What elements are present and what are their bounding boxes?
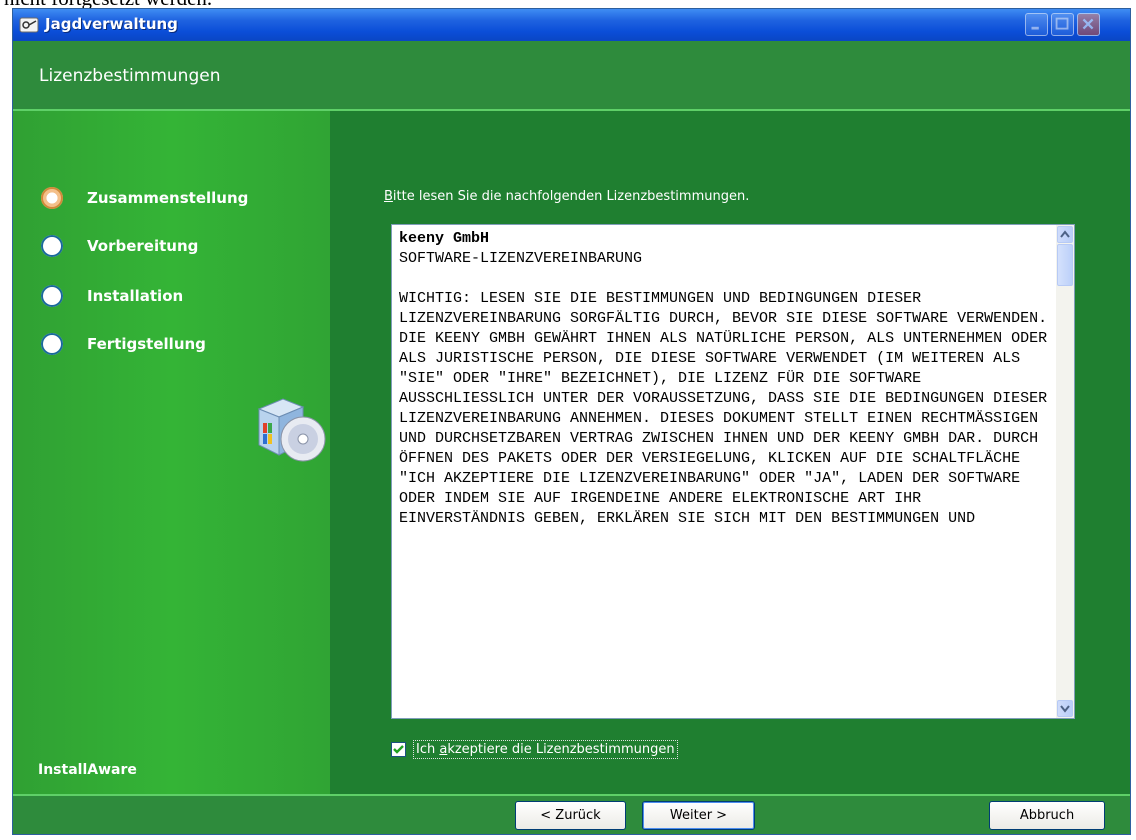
window-title: Jagdverwaltung bbox=[45, 15, 178, 33]
scroll-thumb[interactable] bbox=[1057, 244, 1073, 286]
scroll-down-button[interactable] bbox=[1057, 700, 1073, 717]
cancel-button[interactable]: Abbruch bbox=[989, 801, 1105, 830]
close-button[interactable] bbox=[1077, 13, 1100, 36]
steps-panel: Zusammenstellung Vorbereitung Installati… bbox=[13, 111, 330, 794]
chevron-up-icon bbox=[1060, 230, 1070, 238]
step-label: Zusammenstellung bbox=[87, 189, 249, 207]
installer-window: Jagdverwaltung Lizenzbestimmungen Zusamm… bbox=[12, 8, 1131, 835]
page-header: Lizenzbestimmungen bbox=[13, 41, 1130, 109]
step-label: Installation bbox=[87, 287, 184, 305]
close-icon bbox=[1082, 18, 1094, 30]
app-icon bbox=[19, 17, 39, 33]
next-button[interactable]: Weiter > bbox=[642, 801, 755, 830]
license-text: keeny GmbH SOFTWARE-LIZENZVEREINBARUNG W… bbox=[399, 229, 1054, 529]
back-button[interactable]: < Zurück bbox=[515, 801, 626, 830]
prompt-mnemonic: B bbox=[384, 189, 393, 204]
maximize-icon bbox=[1055, 17, 1069, 30]
minimize-button[interactable] bbox=[1025, 13, 1048, 36]
license-prompt: Bitte lesen Sie die nachfolgenden Lizenz… bbox=[384, 189, 749, 204]
title-bar[interactable]: Jagdverwaltung bbox=[13, 9, 1130, 41]
button-bar: < Zurück Weiter > Abbruch bbox=[13, 796, 1130, 834]
page-title: Lizenzbestimmungen bbox=[39, 66, 221, 86]
license-body: SOFTWARE-LIZENZVEREINBARUNG WICHTIG: LES… bbox=[399, 250, 1048, 527]
step-current-indicator-icon bbox=[41, 187, 63, 209]
chevron-down-icon bbox=[1060, 705, 1070, 713]
license-company: keeny GmbH bbox=[399, 230, 490, 247]
accept-license-checkbox[interactable] bbox=[391, 742, 406, 757]
maximize-button[interactable] bbox=[1051, 13, 1074, 36]
license-panel: Bitte lesen Sie die nachfolgenden Lizenz… bbox=[330, 111, 1130, 794]
vertical-scrollbar[interactable] bbox=[1056, 225, 1074, 718]
scroll-up-button[interactable] bbox=[1057, 226, 1073, 243]
step-pending-indicator-icon bbox=[41, 333, 63, 355]
checkmark-icon bbox=[393, 745, 404, 754]
accept-license-label[interactable]: Ich akzeptiere die Lizenzbestimmungen bbox=[413, 740, 678, 759]
step-label: Fertigstellung bbox=[87, 335, 206, 353]
step-pending-indicator-icon bbox=[41, 285, 63, 307]
minimize-icon bbox=[1031, 26, 1039, 30]
step-label: Vorbereitung bbox=[87, 237, 199, 255]
prompt-text: itte lesen Sie die nachfolgenden Lizenzb… bbox=[392, 189, 750, 204]
step-pending-indicator-icon bbox=[41, 235, 63, 257]
installaware-brand: InstallAware bbox=[38, 762, 137, 778]
software-box-cd-icon bbox=[257, 398, 326, 462]
license-textbox[interactable]: keeny GmbH SOFTWARE-LIZENZVEREINBARUNG W… bbox=[391, 224, 1075, 719]
